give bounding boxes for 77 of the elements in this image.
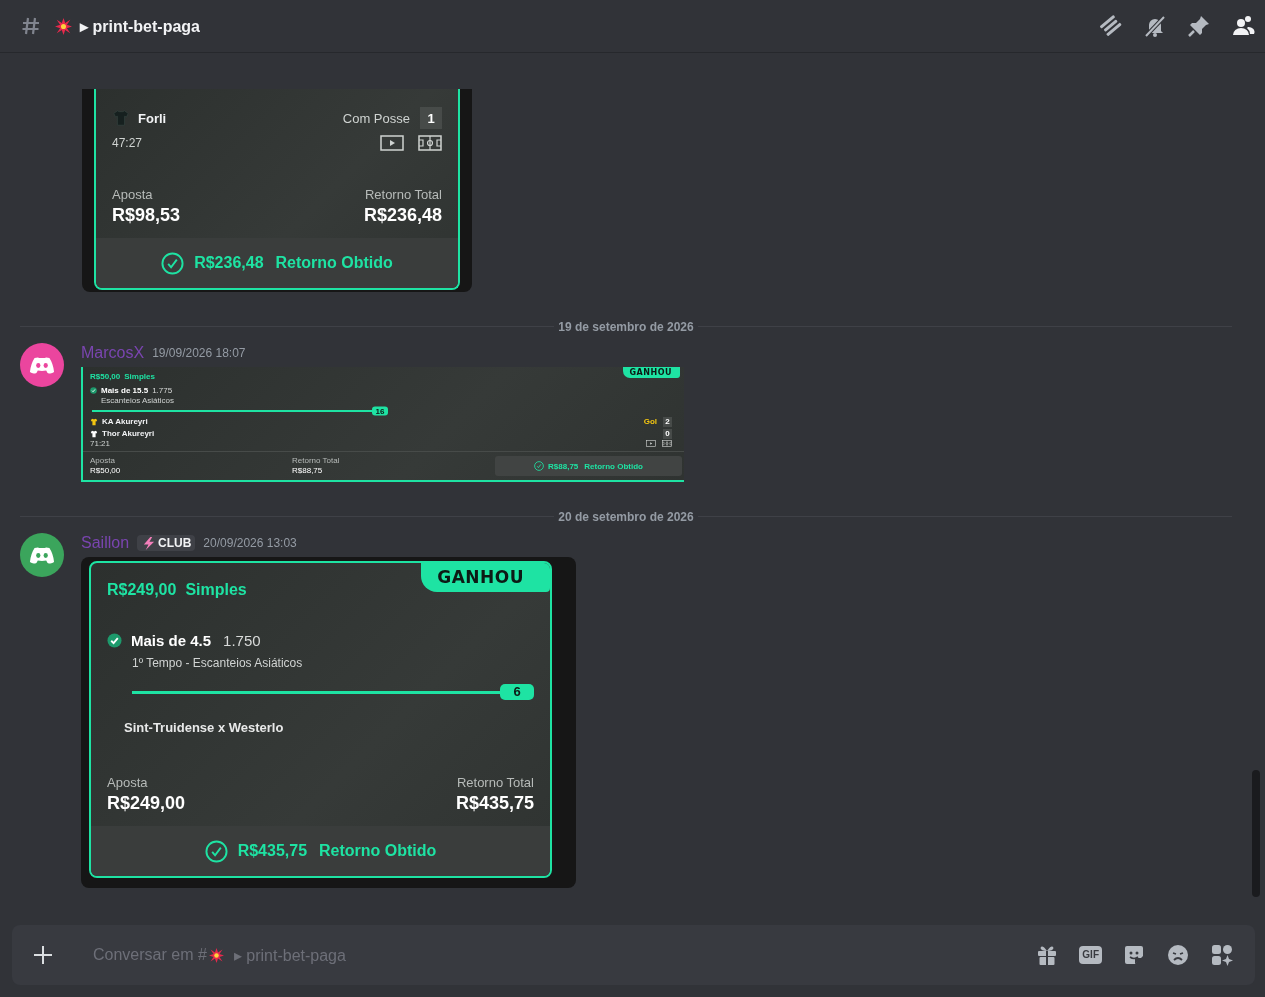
team-score: 0 <box>663 428 672 439</box>
gif-button[interactable]: GIF <box>1079 946 1102 964</box>
explosion-icon <box>208 947 224 963</box>
pitch-icon[interactable] <box>662 440 672 447</box>
threads-icon[interactable] <box>1099 14 1123 38</box>
return-value: R$88,75 <box>292 466 323 475</box>
controller-icon <box>29 545 55 565</box>
team-score: 1 <box>420 107 442 129</box>
members-icon[interactable] <box>1231 14 1255 38</box>
controller-icon <box>29 355 55 375</box>
check-circle-icon <box>534 461 545 471</box>
placeholder-text: Conversar em # <box>93 946 207 964</box>
market-label: 1º Tempo - Escanteios Asiáticos <box>132 656 304 670</box>
stake-label: Aposta <box>107 775 149 790</box>
check-circle-icon <box>161 251 185 275</box>
jersey-icon <box>90 429 98 438</box>
progress-count: 6 <box>500 684 534 700</box>
scrollbar-thumb[interactable] <box>1252 770 1260 897</box>
market-label: Escanteios Asiáticos <box>101 396 175 405</box>
selection-name: Mais de 15.5 <box>101 386 149 395</box>
result-label: Retorno Obtido <box>584 461 643 471</box>
muted-bell-icon[interactable] <box>1143 14 1167 38</box>
bet-amount: R$249,00 <box>107 581 177 599</box>
progress-count: 16 <box>372 406 388 415</box>
pin-icon[interactable] <box>1187 14 1211 38</box>
selection-name: Mais de 4.5 <box>131 632 212 649</box>
team-name: KA Akureyri <box>102 417 148 426</box>
result-label: Retorno Obtido <box>319 842 437 860</box>
return-label: Retorno Total <box>456 775 534 790</box>
pitch-icon[interactable] <box>418 135 442 151</box>
play-icon[interactable] <box>380 135 404 151</box>
bet-type: Simples <box>124 372 155 381</box>
match-clock: 71:21 <box>90 439 111 448</box>
play-icon[interactable] <box>646 440 656 447</box>
stake-label: Aposta <box>90 456 116 465</box>
team-score: 2 <box>663 416 672 427</box>
match-clock: 47:27 <box>112 136 143 150</box>
odds-value: 1.750 <box>223 632 261 649</box>
result-amount: R$88,75 <box>548 461 579 471</box>
result-amount: R$236,48 <box>194 254 264 272</box>
match-event: Com Posse <box>342 110 410 126</box>
emoji-icon[interactable] <box>1166 943 1190 967</box>
return-label: Retorno Total <box>292 456 340 465</box>
check-circle-icon <box>204 839 228 863</box>
bet-amount: R$50,00 <box>90 372 121 381</box>
bet-type: Simples <box>185 581 247 599</box>
timestamp: 20/09/2026 13:03 <box>203 536 297 550</box>
plus-icon[interactable] <box>33 945 53 965</box>
stake-value: R$98,53 <box>112 205 182 226</box>
status-badge: GANHOU <box>421 563 550 592</box>
stake-value: R$50,00 <box>90 466 122 475</box>
return-label: Retorno Total <box>364 187 442 202</box>
stake-label: Aposta <box>112 187 154 202</box>
team-name: Thor Akureyri <box>102 429 155 438</box>
odds-value: 1.775 <box>152 386 173 395</box>
return-value: R$236,48 <box>363 205 442 226</box>
status-badge: GANHOU <box>622 367 680 378</box>
user-avatar[interactable] <box>20 343 64 387</box>
placeholder-channel: ▸ print-bet-paga <box>233 945 346 965</box>
hash-icon <box>21 16 41 36</box>
return-value: R$435,75 <box>455 793 534 814</box>
channel-name: ▸ print-bet-paga <box>80 16 200 36</box>
match-name: Sint-Truidense x Westerlo <box>124 720 285 735</box>
apps-icon[interactable] <box>1210 943 1234 967</box>
result-label: Retorno Obtido <box>275 254 393 272</box>
team-name: Forli <box>138 110 167 126</box>
jersey-icon <box>90 417 98 426</box>
message-input-field[interactable]: Conversar em # ▸ print-bet-paga GIF <box>12 925 1255 985</box>
sticker-icon[interactable] <box>1122 943 1146 967</box>
user-avatar[interactable] <box>20 533 64 577</box>
explosion-icon <box>55 17 72 35</box>
timestamp: 19/09/2026 18:07 <box>152 346 246 360</box>
tag-label: CLUB <box>158 536 192 550</box>
stake-value: R$249,00 <box>107 793 187 814</box>
jersey-icon <box>112 109 130 127</box>
result-amount: R$435,75 <box>237 842 308 860</box>
match-event: Gol <box>643 417 657 426</box>
